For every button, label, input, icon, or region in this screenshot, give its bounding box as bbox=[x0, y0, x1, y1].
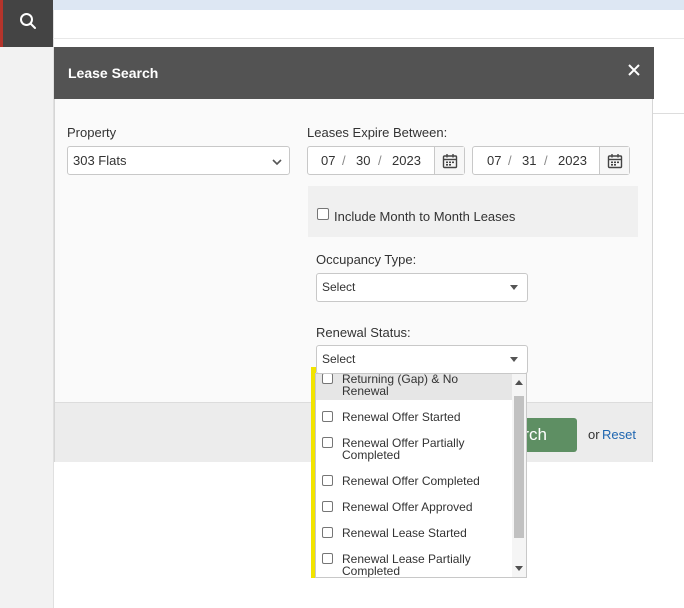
occupancy-label: Occupancy Type: bbox=[316, 252, 417, 267]
renewal-label: Renewal Status: bbox=[316, 325, 411, 340]
scroll-down-icon[interactable] bbox=[515, 566, 523, 571]
start-calendar-button[interactable] bbox=[434, 147, 464, 174]
expire-end-date-field[interactable]: 07 / 31 / 2023 bbox=[472, 146, 630, 175]
date-separator: / bbox=[342, 153, 346, 168]
option-checkbox[interactable] bbox=[322, 475, 333, 486]
option-label-line2: Renewal bbox=[342, 384, 389, 398]
left-rail bbox=[0, 0, 54, 608]
calendar-icon bbox=[442, 153, 458, 172]
close-button[interactable] bbox=[622, 60, 646, 84]
option-label: Renewal Offer Completed bbox=[342, 474, 480, 488]
dropdown-caret-icon bbox=[510, 357, 518, 362]
option-label-line2: Completed bbox=[342, 564, 401, 578]
end-year[interactable]: 2023 bbox=[558, 153, 587, 168]
dropdown-scrollbar[interactable] bbox=[512, 374, 526, 577]
option-checkbox[interactable] bbox=[322, 437, 333, 448]
option-checkbox[interactable] bbox=[322, 527, 333, 538]
renewal-option[interactable]: Renewal Offer Completed bbox=[322, 475, 507, 491]
option-label-line2: Completed bbox=[342, 448, 401, 462]
option-label: Renewal Lease Started bbox=[342, 526, 467, 540]
search-tab[interactable] bbox=[0, 0, 53, 47]
occupancy-select[interactable]: Select bbox=[316, 273, 528, 302]
property-label: Property bbox=[67, 125, 117, 140]
renewal-option[interactable]: Renewal Lease Started bbox=[322, 527, 507, 543]
renewal-option[interactable]: Renewal Offer Started bbox=[322, 411, 507, 427]
expire-start-date-field[interactable]: 07 / 30 / 2023 bbox=[307, 146, 465, 175]
calendar-icon bbox=[607, 153, 623, 172]
background-divider bbox=[53, 38, 684, 39]
renewal-value: Select bbox=[322, 352, 356, 366]
date-separator: / bbox=[508, 153, 512, 168]
end-calendar-button[interactable] bbox=[599, 147, 629, 174]
modal-header: Lease Search bbox=[54, 47, 654, 99]
scroll-up-icon[interactable] bbox=[515, 380, 523, 385]
option-checkbox[interactable] bbox=[322, 374, 333, 384]
scrollbar-thumb[interactable] bbox=[514, 396, 524, 538]
start-year[interactable]: 2023 bbox=[392, 153, 421, 168]
month-to-month-panel: Include Month to Month Leases bbox=[308, 186, 638, 237]
close-icon bbox=[628, 63, 640, 81]
option-checkbox[interactable] bbox=[322, 411, 333, 422]
chevron-down-icon bbox=[272, 155, 282, 170]
top-strip bbox=[53, 0, 684, 10]
modal-title: Lease Search bbox=[68, 65, 159, 81]
background-panel bbox=[653, 78, 684, 114]
start-month[interactable]: 07 bbox=[321, 153, 335, 168]
month-to-month-label[interactable]: Include Month to Month Leases bbox=[334, 209, 515, 224]
renewal-option[interactable]: Renewal Offer Partially Completed bbox=[322, 437, 507, 463]
occupancy-value: Select bbox=[322, 280, 356, 294]
search-icon bbox=[19, 12, 37, 35]
property-select[interactable]: 303 Flats bbox=[67, 146, 290, 175]
option-checkbox[interactable] bbox=[322, 501, 333, 512]
expire-label: Leases Expire Between: bbox=[307, 125, 448, 140]
end-month[interactable]: 07 bbox=[487, 153, 501, 168]
property-value: 303 Flats bbox=[73, 153, 127, 168]
option-label: Renewal Offer Started bbox=[342, 410, 461, 424]
option-checkbox[interactable] bbox=[322, 553, 333, 564]
option-label: Renewal Offer Approved bbox=[342, 500, 473, 514]
renewal-select[interactable]: Select bbox=[316, 345, 528, 374]
or-text: or bbox=[588, 427, 600, 442]
renewal-status-dropdown[interactable]: Returning (Gap) & No Renewal Renewal Off… bbox=[315, 373, 527, 578]
date-separator: / bbox=[544, 153, 548, 168]
month-to-month-checkbox[interactable] bbox=[317, 208, 329, 220]
reset-link[interactable]: Reset bbox=[602, 427, 636, 442]
end-day[interactable]: 31 bbox=[522, 153, 536, 168]
renewal-option[interactable]: Renewal Lease Partially Completed bbox=[322, 553, 507, 578]
start-day[interactable]: 30 bbox=[356, 153, 370, 168]
renewal-option[interactable]: Renewal Offer Approved bbox=[322, 501, 507, 517]
renewal-option[interactable]: Returning (Gap) & No Renewal bbox=[322, 374, 507, 400]
dropdown-caret-icon bbox=[510, 285, 518, 290]
date-separator: / bbox=[378, 153, 382, 168]
